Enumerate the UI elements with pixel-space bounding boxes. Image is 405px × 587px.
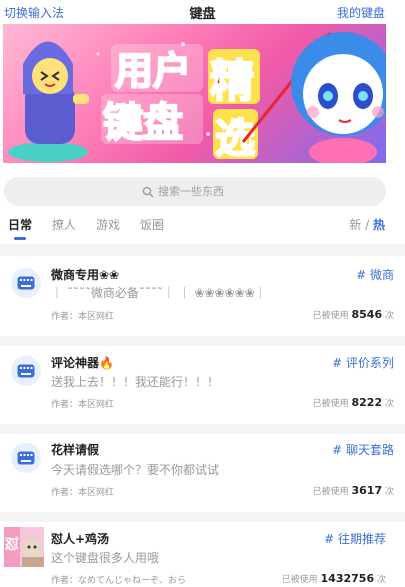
divider [0,336,405,346]
keyboard-icon-wrapper [11,356,47,392]
keyboard-name: 花样请假 [51,443,100,457]
banner-line-2: 键盘 [103,100,183,146]
keyboard-description: 这个键盘很多人用哦 [51,551,160,565]
usage-count: 已被使用 1432756 次 [281,572,386,585]
keyboard-tag[interactable]: # 微商 [356,266,394,283]
keyboard-author: 作者：なめてんじゃねーぞ、おら [51,576,187,586]
banner-artwork: 用户 键盘 精 选 [8,32,386,163]
keyboard-card[interactable]: 评论神器🔥 # 评价系列 送我上去！！！我还能行！！！ 作者：本区网红 已被使用… [7,350,398,420]
keyboard-name: 评论神器🔥 [51,356,114,370]
keyboard-tag[interactable]: # 往期推荐 [324,530,386,547]
tab-games[interactable]: 游戏 [96,216,120,233]
search-icon [142,186,154,197]
avatar: 怼 [4,527,44,567]
my-keyboard-button[interactable]: 我的键盘 [337,4,385,21]
banner-line-4: 选 [215,116,255,162]
tab-flirt[interactable]: 撩人 [52,216,76,233]
keyboard-card[interactable]: 微商专用❀❀ # 微商 ｜ ˜˜˜˜微商必备˜˜˜˜｜ ｜ ❀❀❀❀❀❀｜ 作者… [7,262,398,332]
ghost-character-icon [8,41,89,162]
keyboard-icon [11,356,41,386]
divider [0,424,405,434]
search-input[interactable] [158,185,248,198]
keyboard-author: 作者：本区网红 [51,312,115,322]
keyboard-name: 怼人+鸡汤 [51,532,110,546]
top-bar: 切换输入法 键盘 我的键盘 [0,0,405,24]
keyboard-description: 今天请假选哪个？要不你都试试 [51,463,220,477]
usage-count: 已被使用 8222 次 [312,396,394,409]
keyboard-card[interactable]: 花样请假 # 聊天套路 今天请假选哪个？要不你都试试 作者：本区网红 已被使用 … [7,437,398,507]
usage-count: 已被使用 8546 次 [312,308,394,321]
tab-fandom[interactable]: 饭圈 [140,216,164,233]
sort-new-button[interactable]: 新 [349,218,361,232]
sort-toggle: 新 / 热 [349,216,385,233]
divider [0,244,405,256]
keyboard-tag[interactable]: # 聊天套路 [332,441,394,458]
banner-line-1: 用户 [115,49,191,93]
divider [0,512,405,522]
keyboard-icon [11,268,41,298]
usage-count: 已被使用 3617 次 [312,484,394,497]
meme-avatar-icon: 怼 [4,527,44,567]
keyboard-icon-wrapper [11,443,47,479]
keyboard-card[interactable]: 怼 怼人+鸡汤 # 往期推荐 这个键盘很多人用哦 作者：なめてんじゃねーぞ、おら… [0,526,398,587]
svg-text:怼: 怼 [5,536,19,553]
banner-line-3: 精 [210,56,254,107]
featured-banner[interactable]: 用户 键盘 精 选 [3,24,386,163]
keyboard-author: 作者：本区网红 [51,488,115,498]
keyboard-description: 送我上去！！！我还能行！！！ [51,375,220,389]
keyboard-author: 作者：本区网红 [51,400,115,410]
keyboard-description: ｜ ˜˜˜˜微商必备˜˜˜˜｜ ｜ ❀❀❀❀❀❀｜ [51,286,267,300]
keyboard-tag[interactable]: # 评价系列 [332,354,394,371]
sort-hot-button[interactable]: 热 [373,218,385,232]
category-tabs: 日常 撩人 游戏 饭圈 新 / 热 [0,212,405,242]
active-tab-indicator [14,237,26,240]
search-bar[interactable] [4,177,386,206]
sort-separator: / [365,218,370,232]
tab-daily[interactable]: 日常 [8,216,32,233]
keyboard-icon-wrapper [11,268,47,304]
keyboard-icon [11,443,41,473]
robot-character-icon [291,32,386,163]
keyboard-name: 微商专用❀❀ [51,268,120,282]
